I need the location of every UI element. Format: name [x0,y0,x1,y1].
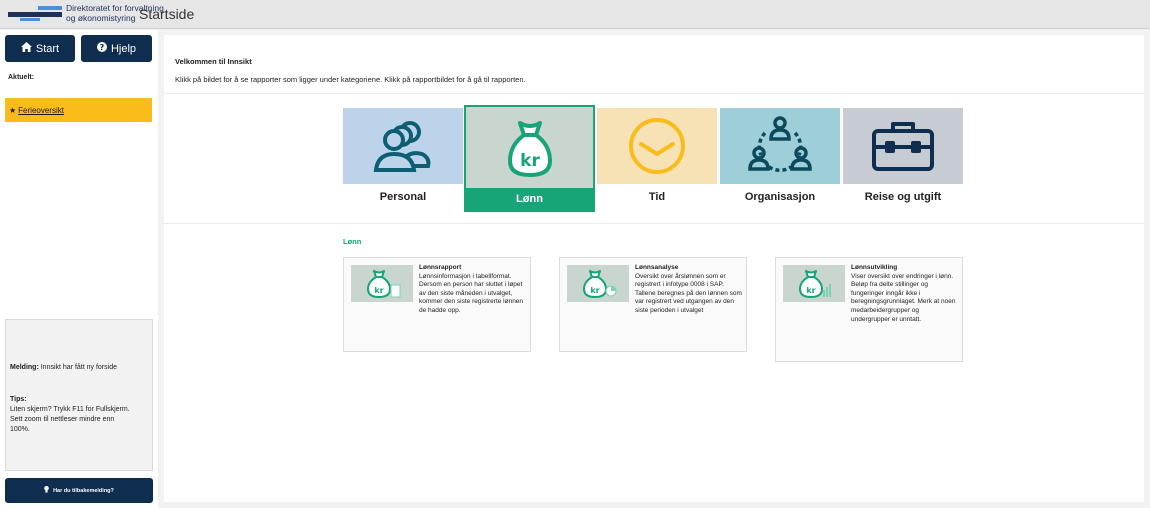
people-icon [373,121,431,172]
org-chart-icon [748,116,812,172]
tips-text: Liten skjerm? Trykk F11 for Fullskjerm. … [10,406,130,433]
sidebar: Start ? Hjelp Aktuelt: ★ Ferieoversikt M… [0,30,158,508]
category-reise-og-utgift[interactable]: Reise og utgift [843,108,963,209]
money-bag-bar-chart-icon: kr [799,269,831,298]
category-organisasjon-label: Organisasjon [744,190,816,203]
category-personal-label: Personal [379,190,427,203]
report-card-lonnsutvikling[interactable]: kr Lønnsutvikling Viser oversikt over en… [775,257,963,362]
home-icon [20,42,32,55]
report-card-lonnsanalyse[interactable]: kr Lønnsanalyse Oversikt over årslønnen … [559,257,747,352]
report-thumb: kr [567,265,629,302]
welcome-heading: Velkommen til Innsikt [175,57,252,66]
category-personal-image [343,108,463,184]
report-card-lonnsrapport[interactable]: kr Lønnsrapport Lønnsinformasjon i tabel… [343,257,531,352]
report-title: Lønnsanalyse [635,264,679,271]
page-title: Startside [139,6,195,22]
clock-icon [629,118,685,174]
star-icon: ★ [9,105,17,115]
start-button-label: Start [35,42,60,55]
start-button[interactable]: Start [5,35,75,62]
svg-text:kr: kr [520,151,540,171]
report-thumb: kr [351,265,413,302]
svg-text:?: ? [100,43,105,52]
category-organisasjon[interactable]: Organisasjon [720,108,840,209]
section-heading-lonn: Lønn [343,237,362,246]
message-label: Melding: [10,364,39,371]
feedback-button-label: Har du tilbakemelding? [53,487,114,494]
report-description: Lønnsinformasjon i tabellformat. Dersom … [419,272,524,314]
ferieoversikt-link[interactable]: ★ Ferieoversikt [5,98,152,122]
briefcase-icon [872,122,934,171]
money-bag-table-icon: kr [367,269,401,298]
logo-text-line2: og økonomistyring [66,13,136,23]
category-tid-label: Tid [648,190,666,203]
help-button[interactable]: ? Hjelp [81,35,152,62]
message-text: Melding: Innsikt har fått ny forside [10,363,148,373]
category-reise-label: Reise og utgift [864,190,942,203]
svg-text:kr: kr [806,286,815,295]
category-reise-image [843,108,963,184]
logo-mark [8,6,62,21]
svg-text:kr: kr [374,286,383,295]
category-lonn-image: kr [466,107,593,188]
divider [164,93,1144,94]
ferieoversikt-label: Ferieoversikt [18,105,64,115]
svg-text:kr: kr [590,286,599,295]
category-lonn[interactable]: kr Lønn [464,105,595,212]
report-description: Viser oversikt over endringer i lønn. Be… [851,272,956,323]
category-lonn-label: Lønn [466,188,593,210]
instructions-text: Klikk på bildet for å se rapporter som l… [175,75,526,84]
category-organisasjon-image [720,108,840,184]
info-box: Melding: Innsikt har fått ny forside Tip… [5,319,153,471]
divider [164,223,1144,224]
report-text: Lønnsrapport Lønnsinformasjon i tabellfo… [419,264,527,316]
money-bag-pie-icon: kr [583,269,617,298]
message-body: Innsikt har fått ny forside [38,364,117,371]
report-text: Lønnsanalyse Oversikt over årslønnen som… [635,264,743,316]
question-circle-icon: ? [96,42,107,55]
dfo-logo[interactable]: Direktoratet for forvaltning og økonomis… [8,3,164,25]
feedback-button[interactable]: Har du tilbakemelding? [5,478,153,503]
category-tid[interactable]: Tid [597,108,717,209]
report-title: Lønnsutvikling [851,264,898,271]
category-tid-image [597,108,717,184]
lightbulb-icon [44,486,49,495]
report-description: Oversikt over årslønnen som er registrer… [635,272,742,314]
category-personal[interactable]: Personal [343,108,463,209]
aktuelt-heading: Aktuelt: [8,74,35,81]
money-bag-icon: kr [507,120,552,177]
report-thumb: kr [783,265,845,302]
help-button-label: Hjelp [110,42,137,55]
report-title: Lønnsrapport [419,264,462,271]
tips-heading: Tips: [10,396,27,403]
main-content: Velkommen til Innsikt Klikk på bildet fo… [164,35,1144,502]
top-bar: Direktoratet for forvaltning og økonomis… [0,0,1150,29]
report-text: Lønnsutvikling Viser oversikt over endri… [851,264,959,324]
